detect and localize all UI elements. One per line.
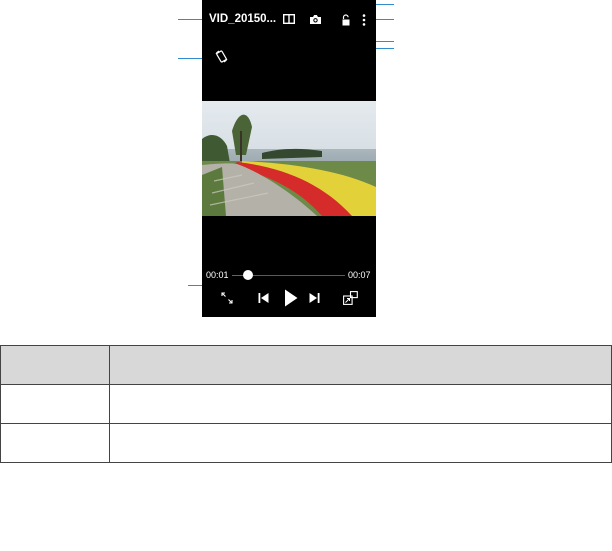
video-frame[interactable] xyxy=(202,101,376,216)
table-row xyxy=(0,384,612,424)
split-screen-icon[interactable] xyxy=(283,14,295,24)
description-table xyxy=(0,345,612,463)
play-icon[interactable] xyxy=(284,289,298,307)
callout-line-title xyxy=(178,19,204,20)
elapsed-time: 00:01 xyxy=(206,270,229,280)
seek-thumb[interactable] xyxy=(243,270,253,280)
table-cell xyxy=(109,384,612,424)
more-options-icon[interactable] xyxy=(362,14,366,26)
lock-icon[interactable] xyxy=(341,14,351,26)
popup-window-icon[interactable] xyxy=(343,291,358,305)
total-duration: 00:07 xyxy=(348,270,371,280)
fullscreen-icon[interactable] xyxy=(221,292,233,304)
table-cell xyxy=(109,423,612,463)
table-row xyxy=(0,423,612,463)
video-player-screen: VID_20150... 00:01 00:07 xyxy=(202,0,376,317)
next-icon[interactable] xyxy=(309,293,320,303)
auto-rotate-icon[interactable] xyxy=(215,50,228,63)
screenshot-camera-icon[interactable] xyxy=(309,14,322,25)
table-cell xyxy=(0,384,110,424)
previous-icon[interactable] xyxy=(258,293,269,303)
table-header-cell xyxy=(109,345,612,385)
table-header-row xyxy=(0,345,612,385)
video-title: VID_20150... xyxy=(209,13,277,25)
table-cell xyxy=(0,423,110,463)
table-header-cell xyxy=(0,345,110,385)
